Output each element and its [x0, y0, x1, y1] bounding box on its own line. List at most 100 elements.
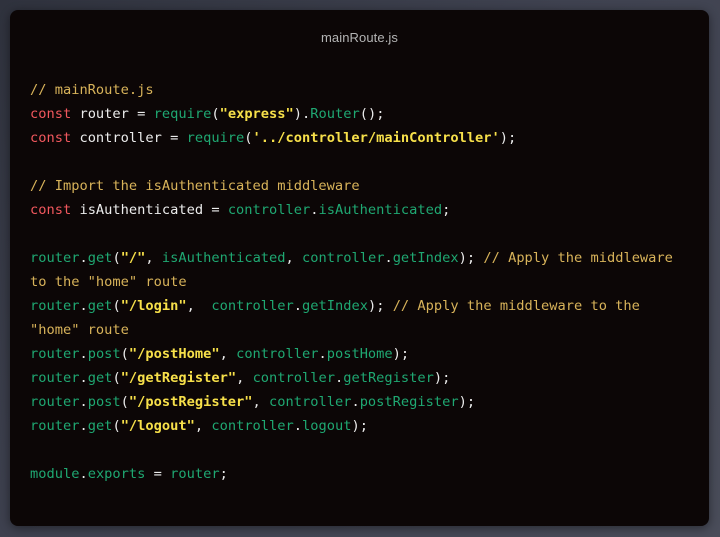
- punctuation: ();: [359, 106, 385, 122]
- code-window: mainRoute.js // mainRoute.js const router…: [10, 10, 709, 526]
- object-name: router: [30, 418, 80, 434]
- handler-name: getRegister: [343, 370, 434, 386]
- punctuation: .: [293, 418, 303, 434]
- punctuation: .: [79, 418, 88, 434]
- punctuation: );: [458, 250, 476, 266]
- handler-name: postHome: [326, 346, 393, 362]
- punctuation: );: [433, 370, 451, 386]
- method-name: get: [87, 298, 113, 314]
- handler-name: getIndex: [392, 250, 459, 266]
- punctuation: ;: [442, 202, 451, 218]
- property-name: exports: [87, 466, 146, 482]
- object-name: controller: [211, 298, 294, 314]
- punctuation: ,: [252, 394, 261, 410]
- identifier: controller: [79, 130, 162, 146]
- string-literal: "/login": [120, 298, 187, 314]
- operator: =: [170, 130, 179, 146]
- string-literal: "/getRegister": [120, 370, 237, 386]
- punctuation: );: [367, 298, 385, 314]
- object-name: module: [30, 466, 80, 482]
- punctuation: (: [120, 394, 129, 410]
- method-name: post: [87, 346, 121, 362]
- code-line-11: router.get("/getRegister", controller.ge…: [30, 366, 695, 390]
- string-literal: '../controller/mainController': [252, 130, 500, 146]
- punctuation: .: [79, 298, 88, 314]
- code-line-13: router.get("/logout", controller.logout)…: [30, 414, 695, 438]
- object-name: controller: [269, 394, 352, 410]
- object-name: router: [30, 346, 80, 362]
- handler-name: postRegister: [359, 394, 459, 410]
- code-line-9: router.get("/login", controller.getIndex…: [30, 294, 695, 342]
- function-name: require: [186, 130, 245, 146]
- punctuation: ,: [186, 298, 195, 314]
- keyword: const: [30, 130, 72, 146]
- middleware-name: isAuthenticated: [161, 250, 286, 266]
- code-line-12: router.post("/postRegister", controller.…: [30, 390, 695, 414]
- punctuation: (: [120, 346, 129, 362]
- handler-name: getIndex: [302, 298, 368, 314]
- punctuation: (: [244, 130, 253, 146]
- code-line-3: const controller = require('../controlle…: [30, 126, 695, 150]
- code-line-7-blank: [30, 222, 695, 246]
- operator: =: [153, 466, 162, 482]
- punctuation: (: [112, 298, 121, 314]
- function-name: Router: [310, 106, 360, 122]
- punctuation: .: [293, 298, 303, 314]
- code-line-14-blank: [30, 438, 695, 462]
- object-name: controller: [211, 418, 294, 434]
- punctuation: (: [112, 418, 121, 434]
- punctuation: (: [211, 106, 220, 122]
- string-literal: "/postRegister": [128, 394, 253, 410]
- handler-name: logout: [302, 418, 352, 434]
- punctuation: .: [79, 466, 88, 482]
- object-name: controller: [227, 202, 311, 218]
- punctuation: );: [458, 394, 476, 410]
- object-name: router: [30, 298, 80, 314]
- punctuation: (: [112, 370, 121, 386]
- code-block[interactable]: // mainRoute.js const router = require("e…: [30, 78, 695, 486]
- object-name: router: [30, 370, 80, 386]
- object-name: controller: [252, 370, 335, 386]
- punctuation: ;: [219, 466, 228, 482]
- string-literal: "/": [120, 250, 146, 266]
- code-line-15: module.exports = router;: [30, 462, 695, 486]
- object-name: router: [30, 394, 80, 410]
- identifier: isAuthenticated: [79, 202, 204, 218]
- punctuation: .: [79, 346, 88, 362]
- code-line-8: router.get("/", isAuthenticated, control…: [30, 246, 695, 294]
- method-name: get: [87, 370, 113, 386]
- method-name: post: [87, 394, 121, 410]
- punctuation: .: [318, 346, 327, 362]
- punctuation: );: [351, 418, 368, 434]
- punctuation: ): [293, 106, 303, 122]
- method-name: get: [87, 250, 113, 266]
- code-line-6: const isAuthenticated = controller.isAut…: [30, 198, 695, 222]
- punctuation: ,: [219, 346, 228, 362]
- punctuation: ,: [236, 370, 245, 386]
- code-line-1: // mainRoute.js: [30, 78, 695, 102]
- operator: =: [211, 202, 220, 218]
- identifier: router: [79, 106, 129, 122]
- punctuation: .: [79, 250, 88, 266]
- keyword: const: [30, 106, 72, 122]
- punctuation: );: [392, 346, 410, 362]
- punctuation: );: [499, 130, 517, 146]
- operator: =: [137, 106, 146, 122]
- page-background: mainRoute.js // mainRoute.js const router…: [0, 0, 720, 537]
- punctuation: (: [112, 250, 121, 266]
- file-title: mainRoute.js: [320, 30, 399, 45]
- punctuation: ,: [145, 250, 154, 266]
- keyword: const: [30, 202, 72, 218]
- code-line-10: router.post("/postHome", controller.post…: [30, 342, 695, 366]
- comment: // Import the isAuthenticated middleware: [30, 178, 360, 194]
- punctuation: .: [334, 370, 344, 386]
- punctuation: ,: [285, 250, 294, 266]
- object-name: controller: [236, 346, 319, 362]
- object-name: router: [30, 250, 80, 266]
- string-literal: "/logout": [120, 418, 195, 434]
- string-literal: "express": [219, 106, 294, 122]
- object-name: controller: [302, 250, 385, 266]
- string-literal: "/postHome": [128, 346, 220, 362]
- code-line-2: const router = require("express").Router…: [30, 102, 695, 126]
- punctuation: .: [351, 394, 360, 410]
